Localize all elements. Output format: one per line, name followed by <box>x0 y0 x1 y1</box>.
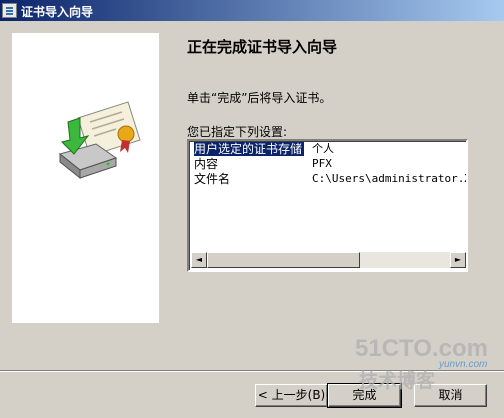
scroll-left-arrow-icon[interactable]: ◄ <box>191 252 207 268</box>
back-button[interactable]: < 上一步(B) <box>255 384 328 407</box>
cancel-button[interactable]: 取消 <box>414 384 487 407</box>
settings-value: PFX <box>312 157 332 170</box>
wizard-banner-panel <box>12 33 159 323</box>
settings-key: 用户选定的证书存储 <box>194 142 305 156</box>
window-title: 证书导入向导 <box>21 5 94 19</box>
watermark-main-text: 51CTO.com <box>355 335 488 362</box>
scroll-right-arrow-icon[interactable]: ► <box>450 252 466 268</box>
settings-key: 文件名 <box>194 172 231 186</box>
title-bar[interactable]: 证书导入向导 <box>0 0 504 21</box>
certificate-icon <box>2 3 17 18</box>
button-separator <box>0 370 504 372</box>
scrollbar-thumb[interactable] <box>207 252 360 268</box>
instruction-text: 单击“完成”后将导入证书。 <box>187 91 332 105</box>
settings-value: C:\Users\administrator.XUT0 <box>312 172 466 185</box>
horizontal-scrollbar[interactable]: ◄ ► <box>191 252 466 268</box>
watermark-site-text: yunvn.com <box>439 359 488 370</box>
finish-button[interactable]: 完成 <box>327 383 402 408</box>
settings-label: 您已指定下列设置: <box>187 125 288 139</box>
certificate-import-icon <box>58 101 141 180</box>
settings-value: 个人 <box>312 142 334 155</box>
certificate-import-wizard-window: 证书导入向导 正在完成证书导入向导 单击“完成”后将导入证书。 您已指定下列设置… <box>0 0 504 418</box>
settings-list[interactable]: 用户选定的证书存储 个人 内容 PFX 文件名 C:\Users\adminis… <box>187 139 468 272</box>
settings-key: 内容 <box>194 157 219 171</box>
page-title: 正在完成证书导入向导 <box>187 38 338 56</box>
